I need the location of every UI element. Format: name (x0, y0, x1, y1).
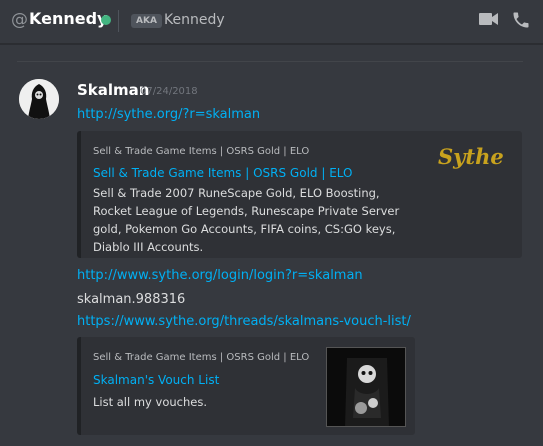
dm-username[interactable]: Kennedy (29, 9, 107, 28)
logo-text: Sythe (438, 144, 504, 169)
message-author[interactable]: Skalman (77, 81, 149, 99)
sythe-logo[interactable]: Sythe (436, 141, 506, 171)
sythe-referral-link[interactable]: http://sythe.org/?r=skalman (77, 107, 260, 122)
embed-provider[interactable]: Sell & Trade Game Items | OSRS Gold | EL… (93, 146, 309, 157)
aka-name: Kennedy (164, 12, 225, 28)
embed-description: Sell & Trade 2007 RuneScape Gold, ELO Bo… (93, 186, 400, 254)
embed-description: List all my vouches. (93, 395, 207, 409)
voice-call-icon[interactable] (511, 10, 531, 34)
online-status-icon (101, 15, 111, 25)
at-symbol: @ (11, 10, 28, 30)
dm-header: @ Kennedy AKA Kennedy (0, 0, 543, 44)
vouch-thumbnail[interactable] (326, 347, 406, 427)
embed-title[interactable]: Sell & Trade Game Items | OSRS Gold | EL… (93, 166, 352, 180)
header-divider (118, 10, 119, 32)
avatar[interactable] (19, 79, 59, 119)
vouch-list-link[interactable]: https://www.sythe.org/threads/skalmans-v… (77, 314, 411, 329)
aka-badge: AKA (131, 14, 162, 28)
sythe-login-link[interactable]: http://www.sythe.org/login/login?r=skalm… (77, 268, 363, 283)
message-text: skalman.988316 (77, 292, 186, 307)
message-timestamp: 07/24/2018 (140, 86, 198, 97)
embed-provider[interactable]: Sell & Trade Game Items | OSRS Gold | EL… (93, 352, 309, 363)
message-divider (17, 61, 523, 62)
video-call-icon[interactable] (479, 10, 499, 32)
embed-title[interactable]: Skalman's Vouch List (93, 373, 219, 387)
